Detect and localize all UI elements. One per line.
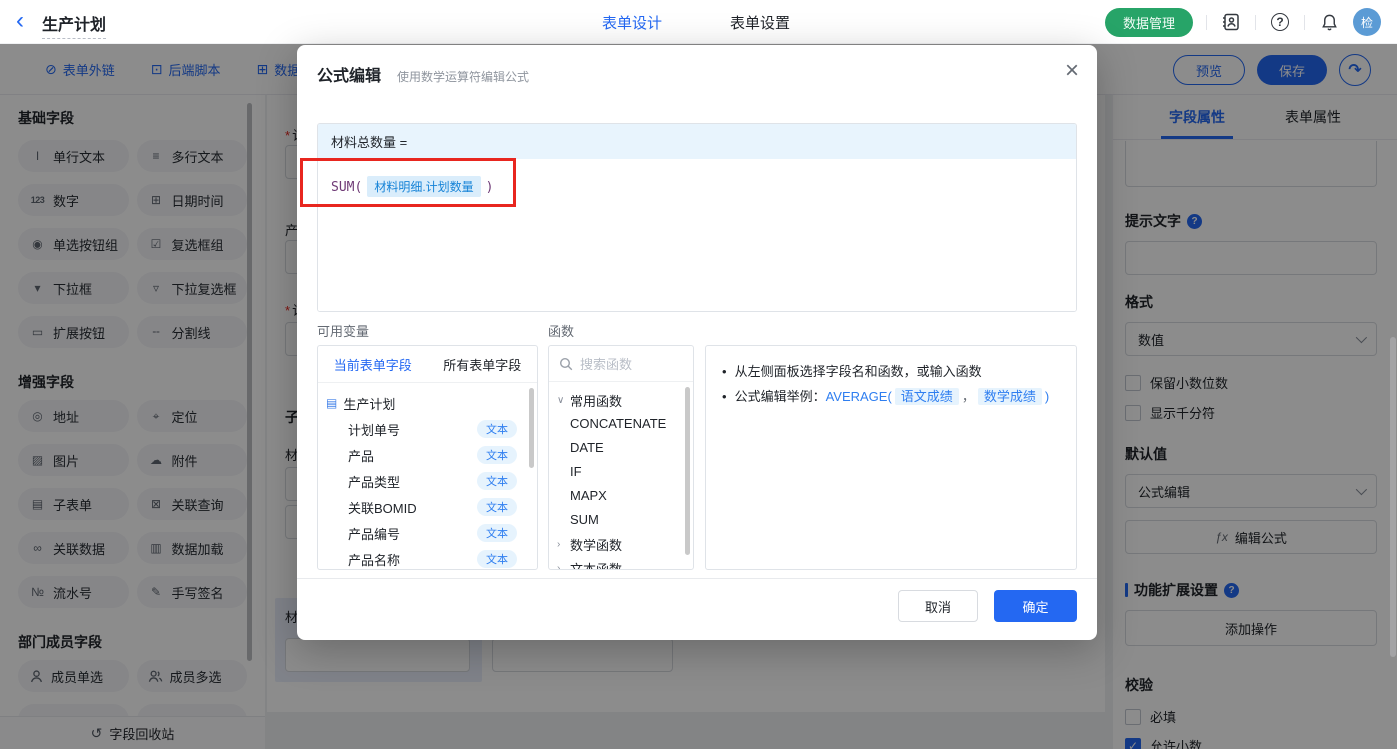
help-panel: • 从左侧面板选择字段名和函数，或输入函数 • 公式编辑举例：AVERAGE(语… — [705, 345, 1077, 570]
available-variables-label: 可用变量 — [317, 324, 370, 339]
variables-scrollbar[interactable] — [529, 388, 534, 468]
function-item[interactable]: CONCATENATE — [549, 412, 693, 436]
tab-all-form-fields[interactable]: 所有表单字段 — [443, 355, 521, 374]
chevron-expanded-icon: ∨ — [557, 394, 565, 406]
variable-row[interactable]: 产品编号 文本 — [326, 520, 529, 546]
example-field-chip: 数学成绩 — [977, 388, 1042, 405]
type-badge: 文本 — [477, 446, 517, 464]
modal-subtitle: 使用数学运算符编辑公式 — [397, 70, 530, 84]
help-line-2: • 公式编辑举例：AVERAGE(语文成绩，数学成绩) — [722, 388, 1050, 405]
variable-row[interactable]: 计划单号 文本 — [326, 416, 529, 442]
user-avatar[interactable]: 检 — [1353, 8, 1381, 36]
page-scrollbar[interactable] — [1390, 337, 1396, 657]
formula-field-chip[interactable]: 材料明细.计划数量 — [367, 176, 481, 197]
type-badge: 文本 — [477, 472, 517, 490]
functions-panel: 搜索函数 ∨ 常用函数 CONCATENATE DATE IF MAPX SUM … — [548, 345, 694, 570]
formula-close-paren: ) — [485, 180, 494, 195]
form-title[interactable]: 生产计划 — [42, 11, 107, 39]
function-item[interactable]: IF — [549, 460, 693, 484]
modal-header: 公式编辑 使用数学运算符编辑公式 — [297, 45, 1097, 86]
variable-row[interactable]: 产品 文本 — [326, 442, 529, 468]
group-math-functions[interactable]: › 数学函数 — [549, 532, 693, 556]
tab-current-form-fields[interactable]: 当前表单字段 — [334, 355, 412, 374]
function-search-input[interactable]: 搜索函数 — [549, 346, 693, 382]
example-function-token: AVERAGE( — [825, 389, 892, 404]
design-settings-tabs: 表单设计 表单设置 — [602, 12, 790, 33]
search-icon — [559, 357, 573, 370]
confirm-button[interactable]: 确定 — [994, 590, 1077, 622]
topbar: ‹ 生产计划 表单设计 表单设置 数据管理 ? 检 — [0, 0, 1397, 44]
example-field-chip: 语文成绩 — [894, 388, 959, 405]
tab-form-design[interactable]: 表单设计 — [602, 12, 662, 33]
notification-bell-icon[interactable] — [1318, 11, 1340, 33]
tree-root-form[interactable]: ▤ 生产计划 — [326, 390, 529, 416]
variables-panel: 当前表单字段 所有表单字段 ▤ 生产计划 计划单号 文本 产品 文本 产品类型 文本 … — [317, 345, 538, 570]
type-badge: 文本 — [477, 498, 517, 516]
help-line-1: • 从左侧面板选择字段名和函数，或输入函数 — [722, 364, 982, 379]
formula-target-bar: 材料总数量 = — [318, 124, 1076, 159]
group-text-functions[interactable]: › 文本函数 — [549, 556, 693, 570]
variable-row[interactable]: 关联BOMID 文本 — [326, 494, 529, 520]
formula-editor-box: 材料总数量 = SUM( 材料明细.计划数量) — [317, 123, 1077, 312]
functions-scrollbar[interactable] — [685, 387, 690, 555]
formula-edit-modal: 公式编辑 使用数学运算符编辑公式 × 材料总数量 = SUM( 材料明细.计划数量… — [297, 45, 1097, 640]
formula-function-token: SUM( — [331, 180, 363, 195]
type-badge: 文本 — [477, 524, 517, 542]
tab-form-settings[interactable]: 表单设置 — [730, 12, 790, 33]
chevron-collapsed-icon: › — [557, 562, 561, 570]
data-manage-button[interactable]: 数据管理 — [1104, 7, 1193, 37]
contact-book-icon[interactable] — [1220, 11, 1242, 33]
type-badge: 文本 — [477, 550, 517, 568]
formula-input-area[interactable]: SUM( 材料明细.计划数量) — [318, 159, 1076, 311]
back-chevron-icon[interactable]: ‹ — [16, 9, 24, 33]
variable-row[interactable]: 产品名称 文本 — [326, 546, 529, 569]
cancel-button[interactable]: 取消 — [898, 590, 978, 622]
document-icon: ▤ — [326, 396, 338, 410]
modal-title: 公式编辑 — [317, 68, 382, 85]
app-screen: ‹ 生产计划 表单设计 表单设置 数据管理 ? 检 ⊘ 表单外链 ⊡ 后端脚本 … — [0, 0, 1397, 749]
function-item[interactable]: SUM — [549, 508, 693, 532]
close-icon[interactable]: × — [1065, 57, 1079, 85]
help-icon[interactable]: ? — [1269, 11, 1291, 33]
type-badge: 文本 — [477, 420, 517, 438]
variable-row[interactable]: 产品类型 文本 — [326, 468, 529, 494]
function-item[interactable]: DATE — [549, 436, 693, 460]
functions-label: 函数 — [548, 324, 575, 339]
function-item[interactable]: MAPX — [549, 484, 693, 508]
group-common-functions[interactable]: ∨ 常用函数 — [549, 388, 693, 412]
chevron-collapsed-icon: › — [557, 538, 561, 550]
topbar-actions: 数据管理 ? 检 — [1104, 0, 1381, 44]
